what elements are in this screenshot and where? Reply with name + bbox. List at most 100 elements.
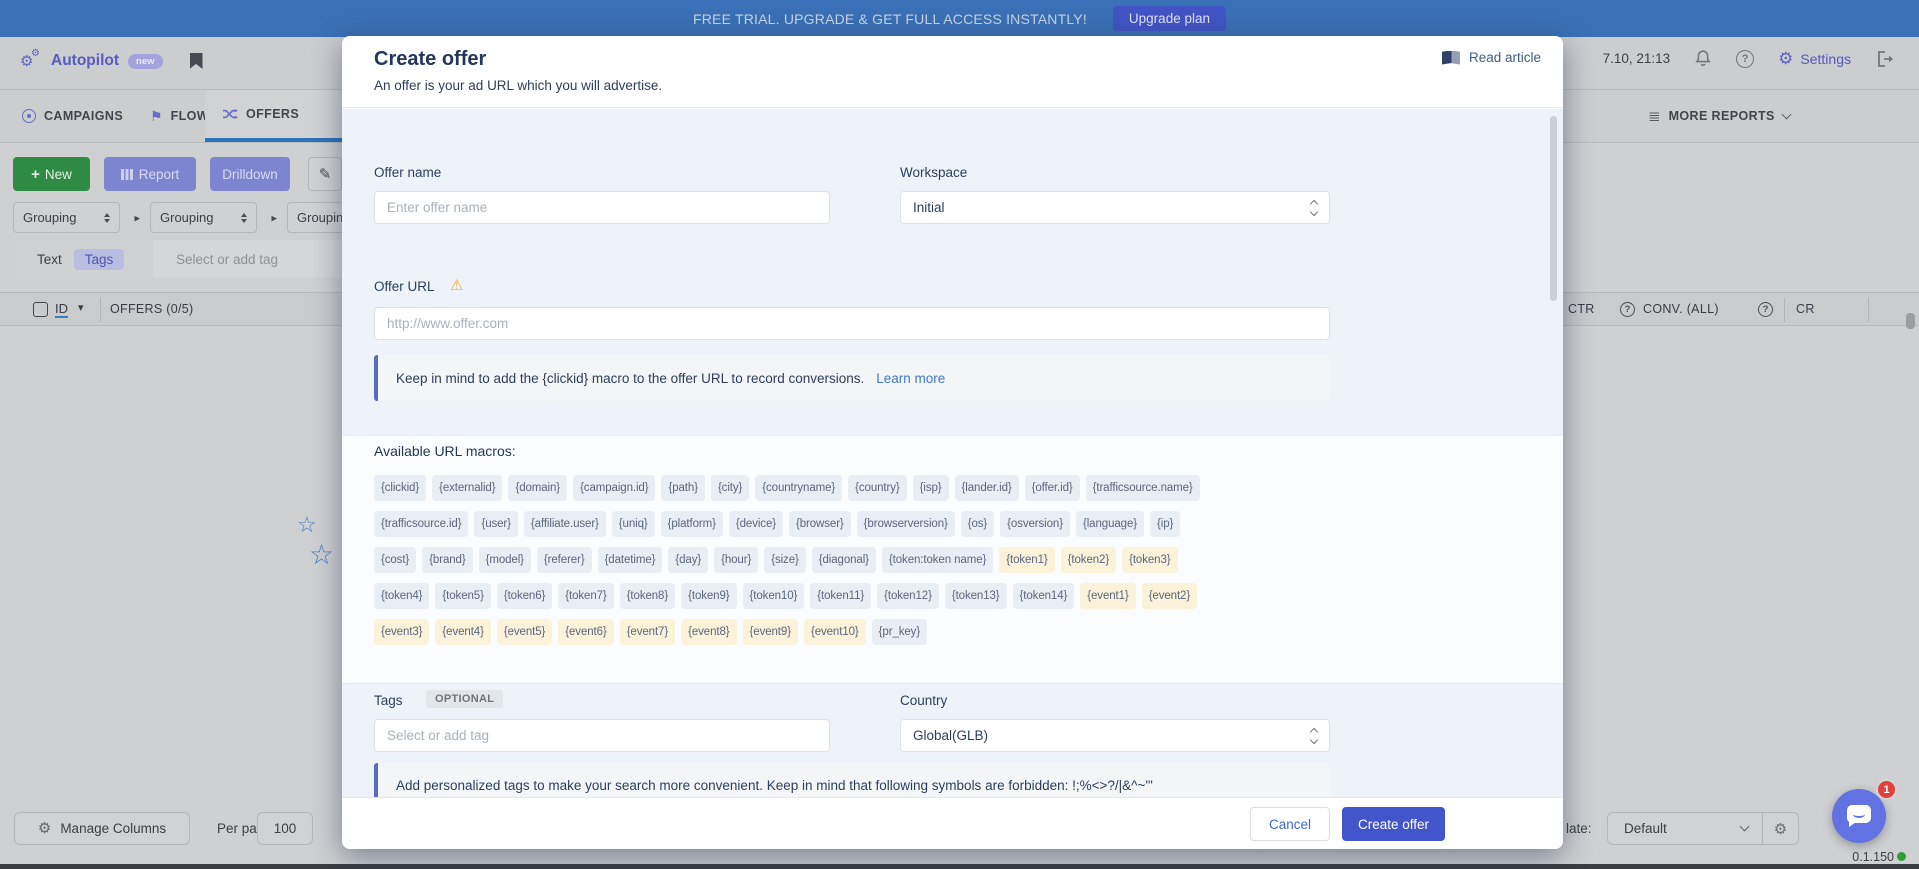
chat-widget-button[interactable] (1832, 789, 1886, 843)
macro-chip[interactable]: {os} (961, 511, 994, 537)
macro-chip[interactable]: {uniq} (612, 511, 655, 537)
macro-chip[interactable]: {event4} (435, 619, 490, 645)
macro-chip[interactable]: {browserversion} (857, 511, 955, 537)
grouping-select[interactable]: Grouping (150, 202, 257, 233)
filter-mode-tags[interactable]: Tags (74, 249, 125, 270)
macro-chip[interactable]: {token13} (945, 583, 1007, 609)
macro-chip[interactable]: {affiliate.user} (524, 511, 606, 537)
macro-chip[interactable]: {token5} (435, 583, 490, 609)
macro-chip[interactable]: {platform} (661, 511, 723, 537)
help-icon[interactable]: ? (1758, 302, 1773, 317)
macro-chip[interactable]: {user} (474, 511, 517, 537)
macro-chip[interactable]: {event9} (743, 619, 798, 645)
macro-chip[interactable]: {ip} (1150, 511, 1180, 537)
macro-chip[interactable]: {pr_key} (872, 619, 927, 645)
macro-chip[interactable]: {token7} (558, 583, 613, 609)
column-conv[interactable]: CONV. (ALL) (1643, 302, 1719, 316)
column-cr[interactable]: CR (1796, 302, 1815, 316)
offer-url-input[interactable] (374, 307, 1330, 340)
drilldown-button[interactable]: Drilldown (210, 157, 290, 191)
macro-chip[interactable]: {event6} (558, 619, 613, 645)
offer-name-input[interactable] (374, 191, 830, 224)
select-all-checkbox[interactable] (33, 302, 48, 317)
macro-chip[interactable]: {size} (764, 547, 806, 573)
column-ctr[interactable]: CTR (1568, 302, 1595, 316)
filter-mode-text[interactable]: Text (37, 252, 62, 267)
upgrade-plan-button[interactable]: Upgrade plan (1113, 6, 1226, 31)
macro-chip[interactable]: {datetime} (598, 547, 663, 573)
macro-chip[interactable]: {cost} (374, 547, 416, 573)
manage-columns-button[interactable]: ⚙ Manage Columns (14, 812, 190, 845)
bookmark-icon[interactable] (190, 53, 203, 69)
brand[interactable]: ⚙⚙ Autopilot new (20, 51, 203, 71)
macro-chip[interactable]: {event2} (1142, 583, 1197, 609)
macro-chip[interactable]: {device} (729, 511, 783, 537)
macro-chip[interactable]: {event5} (497, 619, 552, 645)
macro-chip[interactable]: {model} (479, 547, 531, 573)
macro-chip[interactable]: {token11} (810, 583, 871, 609)
template-settings-button[interactable]: ⚙ (1763, 812, 1799, 845)
learn-more-link[interactable]: Learn more (876, 371, 945, 386)
macro-chip[interactable]: {externalid} (432, 475, 502, 501)
macro-chip[interactable]: {token8} (620, 583, 675, 609)
macro-chip[interactable]: {osversion} (1000, 511, 1070, 537)
grouping-select[interactable]: Grouping (13, 202, 120, 233)
macro-chip[interactable]: {country} (848, 475, 907, 501)
modal-scrollbar-thumb[interactable] (1550, 116, 1557, 301)
macro-chip[interactable]: {day} (668, 547, 708, 573)
macro-chip[interactable]: {event7} (620, 619, 675, 645)
tab-offers[interactable]: OFFERS (205, 90, 352, 142)
workspace-select[interactable]: Initial (900, 191, 1330, 224)
macro-chip[interactable]: {referer} (537, 547, 592, 573)
macro-chip[interactable]: {trafficsource.id} (374, 511, 468, 537)
brand-name[interactable]: Autopilot (51, 52, 119, 70)
macro-chip[interactable]: {token9} (681, 583, 736, 609)
macro-chip[interactable]: {token2} (1061, 547, 1116, 573)
country-select[interactable]: Global(GLB) (900, 719, 1330, 752)
read-article-link[interactable]: Read article (1442, 50, 1541, 65)
logout-icon[interactable] (1875, 50, 1895, 68)
macro-chip[interactable]: {event1} (1080, 583, 1135, 609)
tag-filter-input[interactable]: Select or add tag (176, 252, 278, 267)
bell-icon[interactable] (1694, 49, 1712, 68)
macro-chip[interactable]: {campaign.id} (573, 475, 655, 501)
column-id[interactable]: ID (55, 301, 68, 318)
macro-chip[interactable]: {token14} (1013, 583, 1075, 609)
macro-chip[interactable]: {browser} (789, 511, 851, 537)
page-scrollbar-thumb[interactable] (1906, 313, 1915, 329)
edit-button[interactable]: ✎ (308, 157, 342, 191)
macro-chip[interactable]: {token4} (374, 583, 429, 609)
macro-chip[interactable]: {hour} (714, 547, 758, 573)
macro-chip[interactable]: {countryname} (755, 475, 842, 501)
macro-chip[interactable]: {clickid} (374, 475, 426, 501)
tags-input[interactable] (374, 719, 830, 752)
macro-chip[interactable]: {diagonal} (812, 547, 876, 573)
macro-chip[interactable]: {token12} (877, 583, 939, 609)
more-reports-button[interactable]: ≣ MORE REPORTS (1648, 90, 1790, 142)
tab-campaigns[interactable]: CAMPAIGNS (22, 90, 123, 142)
macro-chip[interactable]: {trafficsource.name} (1086, 475, 1200, 501)
cancel-button[interactable]: Cancel (1250, 807, 1330, 841)
macro-chip[interactable]: {event8} (681, 619, 736, 645)
macro-chip[interactable]: {token1} (999, 547, 1054, 573)
macro-chip[interactable]: {event3} (374, 619, 429, 645)
create-offer-button[interactable]: Create offer (1342, 807, 1445, 841)
sort-caret-icon[interactable]: ▾ (78, 301, 84, 314)
macro-chip[interactable]: {path} (661, 475, 704, 501)
per-page-select[interactable]: 100 (257, 812, 313, 845)
column-offers[interactable]: OFFERS (0/5) (110, 302, 193, 316)
template-select[interactable]: Default (1607, 812, 1763, 845)
macro-chip[interactable]: {brand} (422, 547, 472, 573)
new-button[interactable]: + New (13, 157, 90, 191)
macro-chip[interactable]: {event10} (804, 619, 866, 645)
macro-chip[interactable]: {language} (1076, 511, 1144, 537)
macro-chip[interactable]: {token10} (743, 583, 805, 609)
help-icon[interactable]: ? (1736, 50, 1754, 68)
help-icon[interactable]: ? (1620, 302, 1635, 317)
report-button[interactable]: Report (104, 157, 196, 191)
macro-chip[interactable]: {lander.id} (955, 475, 1019, 501)
macro-chip[interactable]: {token:token name} (882, 547, 993, 573)
macro-chip[interactable]: {isp} (913, 475, 949, 501)
macro-chip[interactable]: {token3} (1122, 547, 1177, 573)
macro-chip[interactable]: {token6} (497, 583, 552, 609)
